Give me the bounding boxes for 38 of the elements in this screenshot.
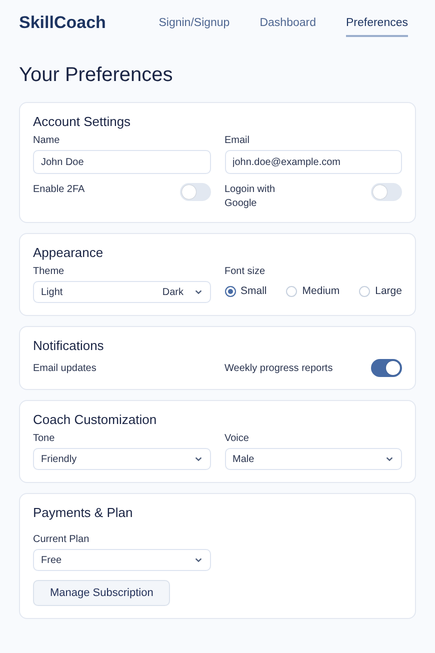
toggle-switch[interactable] <box>180 183 210 201</box>
section-heading: Notifications <box>33 338 105 353</box>
brand-logo[interactable]: SkillCoach <box>19 13 106 33</box>
section-heading: Appearance <box>33 245 104 260</box>
input-field[interactable]: john.doe@example.com <box>224 150 402 174</box>
field-label: Font size <box>224 266 266 277</box>
chevron-down-icon <box>194 557 202 563</box>
field-label: Tone <box>33 433 56 444</box>
page-title: Your Preferences <box>19 64 174 87</box>
chevron-down-icon <box>194 289 202 295</box>
radio-option[interactable]: Large <box>359 285 402 297</box>
toggle-label: Logoin with Google <box>224 183 276 210</box>
input-field[interactable]: John Doe <box>33 150 210 174</box>
nav-link[interactable]: Dashboard <box>260 9 316 37</box>
dropdown-select[interactable]: Friendly <box>33 448 210 470</box>
section-heading: Coach Customization <box>33 412 158 427</box>
plan-select[interactable]: Free <box>33 549 210 571</box>
nav-link[interactable]: Signin/Signup <box>158 9 230 37</box>
dropdown-select[interactable]: Male <box>224 448 402 470</box>
field-label: Voice <box>224 433 250 444</box>
radio-option[interactable]: Medium <box>286 285 340 297</box>
setting-label: Email updates <box>33 362 96 374</box>
field-label: Theme <box>33 266 66 277</box>
manage-subscription-button[interactable]: Manage Subscription <box>33 580 170 606</box>
theme-select[interactable]: Light Dark <box>33 281 210 303</box>
toggle-label: Enable 2FA <box>33 183 86 196</box>
toggle-switch[interactable] <box>371 359 402 377</box>
chevron-down-icon <box>194 456 202 462</box>
toggle-switch[interactable] <box>371 183 402 201</box>
section-heading: Payments & Plan <box>33 505 134 520</box>
section-heading: Account Settings <box>33 114 132 129</box>
chevron-down-icon <box>385 456 394 462</box>
radio-option[interactable]: Small <box>224 285 267 297</box>
field-label: Email <box>224 135 251 146</box>
nav-link[interactable]: Preferences <box>346 9 408 37</box>
toggle-label: Weekly progress reports <box>224 362 333 374</box>
field-label: Name <box>33 135 61 146</box>
field-label: Current Plan <box>33 534 90 545</box>
